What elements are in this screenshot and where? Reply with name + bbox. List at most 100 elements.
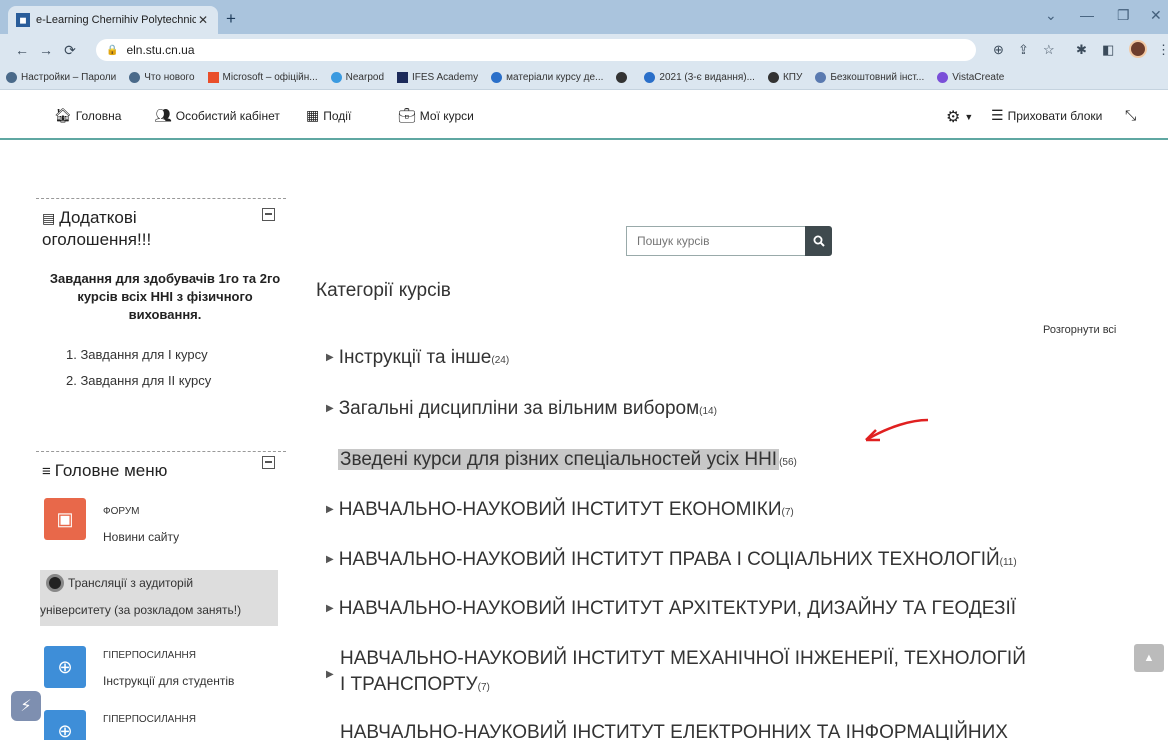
settings-dropdown[interactable]: ⚙ ▼ — [946, 107, 973, 127]
category-item[interactable]: ▶ Загальні дисципліни за вільним вибором(… — [326, 398, 717, 420]
category-item[interactable]: ▶ НАВЧАЛЬНО-НАУКОВИЙ ІНСТИТУТ ЕКОНОМІКИ(7… — [326, 499, 794, 521]
restore-icon[interactable]: ❐ — [1117, 7, 1130, 24]
url-text: eln.stu.cn.ua — [126, 43, 195, 57]
page-title: Категорії курсів — [316, 280, 451, 301]
forum-link[interactable]: Новини сайту — [103, 530, 179, 544]
site-favicon-icon: ◼ — [16, 13, 30, 27]
stream-item[interactable]: Трансляції з аудиторій університету (за … — [40, 570, 278, 626]
category-item[interactable]: НАВЧАЛЬНО-НАУКОВИЙ ІНСТИТУТ ЕЛЕКТРОННИХ … — [340, 722, 1008, 740]
search-button[interactable] — [805, 226, 832, 256]
extensions-icon[interactable]: ✱ — [1076, 42, 1087, 58]
announcement-link-2[interactable]: 2. Завдання для ІІ курсу — [66, 373, 211, 388]
chevron-up-icon: ▲ — [1143, 652, 1155, 664]
globe-icon — [815, 72, 827, 83]
announcement-text: Завдання для здобувачів 1го та 2го курсі… — [49, 271, 281, 322]
caret-right-icon: ▶ — [326, 403, 334, 414]
microsoft-icon — [207, 72, 219, 83]
share-icon[interactable]: ⇪ — [1018, 42, 1029, 58]
collapse-menu-button[interactable] — [262, 456, 275, 469]
collapse-announcements-button[interactable] — [262, 208, 275, 221]
side-panel-icon[interactable]: ◧ — [1102, 42, 1114, 58]
site-navbar: 🏠︎ Головна 👥︎ Особистий кабінет ▦ Події … — [0, 90, 1168, 140]
lightning-icon: ⚡︎ — [20, 698, 32, 715]
announcement-link-1[interactable]: 1. Завдання для І курсу — [66, 347, 208, 362]
stream-line-1: Трансляції з аудиторій — [68, 576, 194, 590]
hyperlink-type-label: ГІПЕРПОСИЛАННЯ — [103, 650, 196, 661]
bookmark-item[interactable]: КПУ — [767, 72, 802, 83]
new-tab-button[interactable]: + — [226, 9, 236, 29]
window-close-icon[interactable]: ✕ — [1150, 7, 1162, 24]
bookmark-item[interactable] — [616, 72, 631, 83]
menu-kebab-icon[interactable]: ⋮ — [1157, 42, 1168, 58]
nav-my-courses[interactable]: 💼︎ Мої курси — [398, 107, 474, 124]
bookmark-item[interactable]: Настройки – Пароли — [6, 72, 116, 83]
vistacreate-icon — [937, 72, 949, 83]
caret-right-icon: ▶ — [326, 554, 334, 565]
caret-right-icon: ▶ — [326, 504, 334, 515]
bookmark-item[interactable]: Microsoft – офіційн... — [207, 72, 318, 83]
forum-type-label: ФОРУМ — [103, 506, 140, 517]
browser-tab[interactable]: ◼ e-Learning Chernihiv Polytechnic ✕ — [8, 6, 218, 34]
ifes-icon — [397, 72, 408, 83]
category-item[interactable]: ▶ НАВЧАЛЬНО-НАУКОВИЙ ІНСТИТУТ АРХІТЕКТУРИ… — [326, 598, 1016, 620]
globe-icon — [767, 72, 779, 83]
minimize-icon[interactable]: — — [1080, 7, 1094, 23]
nav-home[interactable]: 🏠︎ Головна — [54, 107, 121, 124]
stream-line-2: університету (за розкладом занять!) — [40, 603, 242, 617]
cloud-icon — [491, 72, 503, 83]
tab-close-icon[interactable]: ✕ — [196, 13, 210, 27]
announcements-title: ▤ Додаткові оголошення!!! — [42, 208, 152, 249]
forward-icon[interactable]: → — [34, 42, 58, 58]
caret-right-icon: ▶ — [326, 603, 334, 614]
search-icon — [813, 235, 825, 247]
bookmark-item[interactable]: VistaCreate — [937, 72, 1004, 83]
students-instructions-link[interactable]: Інструкції для студентів — [103, 674, 234, 688]
zoom-icon[interactable]: ⊕ — [993, 42, 1004, 58]
profile-avatar[interactable] — [1129, 40, 1147, 58]
nav-cabinet[interactable]: 👥︎ Особистий кабінет — [154, 107, 280, 124]
home-icon: 🏠︎ — [54, 107, 72, 123]
bookmark-item[interactable]: IFES Academy — [397, 72, 478, 83]
block-divider — [36, 451, 286, 452]
bookmark-star-icon[interactable]: ☆ — [1043, 42, 1055, 58]
bookmark-item[interactable]: матеріали курсу де... — [491, 72, 603, 83]
caret-down-icon: ▼ — [964, 112, 974, 122]
tab-search-icon[interactable]: ⌄ — [1045, 7, 1057, 24]
globe-icon: ⊕ — [44, 710, 86, 740]
tab-title: e-Learning Chernihiv Polytechnic — [36, 14, 196, 26]
calendar-icon: ▦ — [306, 107, 320, 123]
expand-all-link[interactable]: Розгорнути всі — [1043, 324, 1116, 336]
floating-helper-button[interactable]: ⚡︎ — [11, 691, 41, 721]
lock-icon: 🔒 — [106, 44, 119, 56]
fullscreen-toggle[interactable]: ⤡ — [1125, 107, 1140, 124]
hyperlink-type-label: ГІПЕРПОСИЛАННЯ — [103, 714, 196, 725]
bookmarks-bar: Настройки – Пароли Что нового Microsoft … — [0, 66, 1168, 90]
caret-right-icon: ▶ — [326, 669, 334, 680]
caret-right-icon: ▶ — [326, 352, 334, 363]
globe-icon — [129, 72, 141, 83]
gear-icon — [6, 72, 17, 83]
bars-icon: ≡ — [42, 463, 51, 480]
nearpod-icon — [330, 72, 342, 83]
hide-blocks-button[interactable]: ☰ Приховати блоки — [991, 107, 1102, 124]
category-item[interactable]: ▶ НАВЧАЛЬНО-НАУКОВИЙ ІНСТИТУТ ПРАВА І СОЦ… — [326, 549, 1017, 571]
category-item-highlighted[interactable]: Зведені курси для різних спеціальностей … — [338, 449, 797, 471]
bookmark-item[interactable]: Что нового — [129, 72, 195, 83]
category-item[interactable]: ▶ НАВЧАЛЬНО-НАУКОВИЙ ІНСТИТУТ МЕХАНІЧНОЇ… — [326, 646, 1026, 701]
globe-icon — [616, 72, 628, 83]
bookmark-item[interactable]: Nearpod — [330, 72, 384, 83]
briefcase-icon: 💼︎ — [398, 107, 416, 123]
back-icon[interactable]: ← — [10, 42, 34, 58]
cloud-icon — [644, 72, 656, 83]
main-menu-title: ≡ Головне меню — [42, 461, 168, 480]
address-bar[interactable]: 🔒 eln.stu.cn.ua — [96, 39, 976, 61]
compress-icon: ⤡ — [1125, 107, 1137, 123]
bookmark-item[interactable]: 2021 (3-є видання)... — [644, 72, 755, 83]
scroll-to-top-button[interactable]: ▲ — [1134, 644, 1164, 672]
course-search-input[interactable] — [626, 226, 806, 256]
reload-icon[interactable]: ⟳ — [58, 42, 82, 59]
list-icon: ☰ — [991, 107, 1004, 123]
category-item[interactable]: ▶ Інструкції та інше(24) — [326, 347, 509, 369]
bookmark-item[interactable]: Безкоштовний інст... — [815, 72, 924, 83]
nav-events[interactable]: ▦ Події — [306, 107, 351, 124]
